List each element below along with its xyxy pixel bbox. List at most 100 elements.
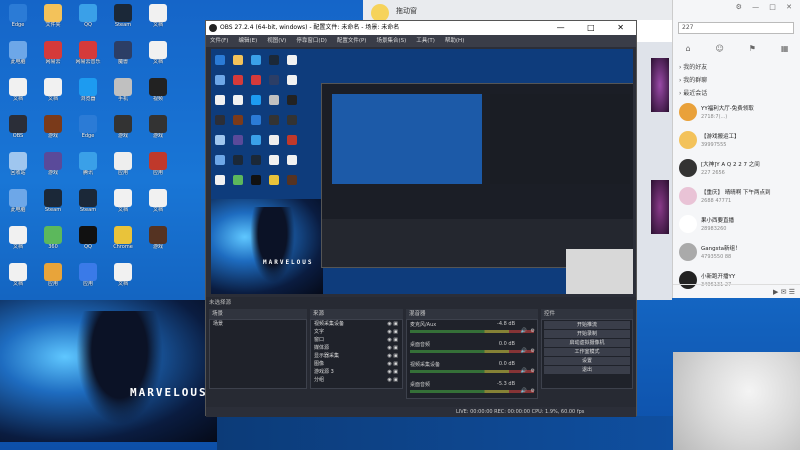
visibility-eye-icon[interactable]: ◉ ▣ xyxy=(387,336,398,344)
qq-contact[interactable]: YY福利大厅-免费领取 2718:7(...) xyxy=(673,99,800,127)
qq-contact[interactable]: 果小西要直播 28983260 xyxy=(673,211,800,239)
visibility-eye-icon[interactable]: ◉ ▣ xyxy=(387,328,398,336)
desktop-icon[interactable]: 此电脑 xyxy=(3,189,33,214)
desktop-icon[interactable]: 回收站 xyxy=(3,152,33,177)
menu-item[interactable]: 工具(T) xyxy=(416,35,435,47)
desktop-icon[interactable]: 应用 xyxy=(143,152,173,177)
preview-icon xyxy=(251,155,261,165)
desktop-icon[interactable]: Chrome xyxy=(108,226,138,251)
source-item[interactable]: 图像 ◉ ▣ xyxy=(311,360,402,368)
control-button[interactable]: 开始推流 xyxy=(544,321,630,329)
source-item[interactable]: 显示器采集 ◉ ▣ xyxy=(311,352,402,360)
speaker-icon[interactable]: 🔊 xyxy=(521,368,527,374)
desktop-icon[interactable]: 手机 xyxy=(108,78,138,103)
menu-item[interactable]: 视图(V) xyxy=(267,35,286,47)
control-button[interactable]: 设置 xyxy=(544,357,630,365)
menu-item[interactable]: 停靠窗口(D) xyxy=(296,35,327,47)
source-item[interactable]: 媒体源 ◉ ▣ xyxy=(311,344,402,352)
visibility-eye-icon[interactable]: ◉ ▣ xyxy=(387,360,398,368)
gear-icon[interactable]: ⚙ xyxy=(531,348,535,354)
desktop-icon[interactable]: QQ xyxy=(73,4,103,29)
desktop-icon[interactable]: Steam xyxy=(38,189,68,214)
desktop-icon[interactable]: 360 xyxy=(38,226,68,251)
menu-item[interactable]: 编辑(E) xyxy=(238,35,257,47)
source-item[interactable]: 视频采集设备 ◉ ▣ xyxy=(311,320,402,328)
desktop-icon[interactable]: 此电脑 xyxy=(3,41,33,66)
menu-item[interactable]: 帮助(H) xyxy=(445,35,464,47)
source-item[interactable]: 游戏源 3 ◉ ▣ xyxy=(311,368,402,376)
desktop-icon[interactable]: 游戏 xyxy=(38,152,68,177)
source-item[interactable]: 文字 ◉ ▣ xyxy=(311,328,402,336)
home-icon[interactable]: ⌂ xyxy=(685,44,690,58)
app-icon xyxy=(44,4,62,22)
source-item[interactable]: 分组 ◉ ▣ xyxy=(311,376,402,384)
desktop-icon[interactable]: 文档 xyxy=(143,41,173,66)
desktop-icon[interactable]: 腾讯 xyxy=(73,152,103,177)
qq-footer: ▶ ✉ ☰ xyxy=(673,284,800,298)
desktop-icon[interactable]: 文档 xyxy=(108,263,138,288)
desktop-icon[interactable]: Steam xyxy=(73,189,103,214)
desktop-icon[interactable]: 应用 xyxy=(108,152,138,177)
control-button[interactable]: 工作室模式 xyxy=(544,348,630,356)
qq-contact[interactable]: 【重庆】 晴晴啊 下午两点到 2688 47771 xyxy=(673,183,800,211)
desktop-icon[interactable]: 应用 xyxy=(38,263,68,288)
desktop-icon[interactable]: 网易云音乐 xyxy=(73,41,103,66)
source-item[interactable]: 窗口 ◉ ▣ xyxy=(311,336,402,344)
visibility-eye-icon[interactable]: ◉ ▣ xyxy=(387,320,398,328)
contacts-icon[interactable]: ☺ xyxy=(716,44,724,58)
speaker-icon[interactable]: 🔊 xyxy=(521,348,527,354)
desktop-icon[interactable]: Steam xyxy=(108,4,138,29)
app-icon xyxy=(149,4,167,22)
desktop-icon[interactable]: Edge xyxy=(73,115,103,140)
gear-icon[interactable]: ⚙ xyxy=(531,388,535,394)
scene-item[interactable]: 场景 xyxy=(210,320,306,328)
desktop-icon[interactable]: 游戏 xyxy=(143,115,173,140)
visibility-eye-icon[interactable]: ◉ ▣ xyxy=(387,376,398,384)
desktop-icon[interactable]: 网易云 xyxy=(38,41,68,66)
speaker-icon[interactable]: 🔊 xyxy=(521,328,527,334)
app-icon xyxy=(9,41,27,59)
control-button[interactable]: 开始录制 xyxy=(544,330,630,338)
menu-item[interactable]: 配置文件(P) xyxy=(337,35,367,47)
menu-item[interactable]: 文件(F) xyxy=(210,35,228,47)
desktop-icon[interactable]: 文档 xyxy=(3,78,33,103)
desktop-icon[interactable]: 文档 xyxy=(3,226,33,251)
apps-icon[interactable]: ▦ xyxy=(781,44,789,58)
gear-icon[interactable]: ⚙ xyxy=(531,328,535,334)
visibility-eye-icon[interactable]: ◉ ▣ xyxy=(387,344,398,352)
qq-contact[interactable]: Gangsta新组！ 4793550 88 xyxy=(673,239,800,267)
control-button[interactable]: 退出 xyxy=(544,366,630,374)
desktop-icon[interactable]: 文档 xyxy=(3,263,33,288)
desktop-icon[interactable]: 文档 xyxy=(143,4,173,29)
qq-contact[interactable]: [大神]Y A Q 2 2 7 之间 227 2656 xyxy=(673,155,800,183)
desktop-icon[interactable]: 游戏 xyxy=(108,115,138,140)
desktop-icon[interactable]: QQ xyxy=(73,226,103,251)
qq-group-header[interactable]: › 我的好友 xyxy=(673,60,800,73)
window-controls[interactable]: — □ ✕ xyxy=(557,21,634,35)
visibility-eye-icon[interactable]: ◉ ▣ xyxy=(387,368,398,376)
desktop-icon[interactable]: Edge xyxy=(3,4,33,29)
desktop-icon[interactable]: 游戏 xyxy=(38,115,68,140)
desktop-icon[interactable]: 文档 xyxy=(108,189,138,214)
speaker-icon[interactable]: 🔊 xyxy=(521,388,527,394)
gear-icon[interactable]: ⚙ xyxy=(531,368,535,374)
qq-group-header[interactable]: › 最近会话 xyxy=(673,86,800,99)
desktop-icon[interactable]: 文档 xyxy=(143,189,173,214)
control-button[interactable]: 启动虚拟摄像机 xyxy=(544,339,630,347)
desktop-icon[interactable]: 视频 xyxy=(143,78,173,103)
menu-item[interactable]: 场景集合(S) xyxy=(376,35,406,47)
desktop-icon-label: Edge xyxy=(11,22,25,28)
qq-search-input[interactable]: 227 xyxy=(678,22,794,34)
qq-group-header[interactable]: › 我的群聊 xyxy=(673,73,800,86)
desktop-icon[interactable]: 游戏 xyxy=(143,226,173,251)
desktop-icon[interactable]: 浏览器 xyxy=(73,78,103,103)
desktop-icon[interactable]: 魔兽 xyxy=(108,41,138,66)
desktop-icon[interactable]: 文件夹 xyxy=(38,4,68,29)
desktop-icon[interactable]: 文档 xyxy=(38,78,68,103)
group-icon[interactable]: ⚑ xyxy=(749,44,756,58)
desktop-icon[interactable]: OBS xyxy=(3,115,33,140)
desktop-icon[interactable]: 应用 xyxy=(73,263,103,288)
visibility-eye-icon[interactable]: ◉ ▣ xyxy=(387,352,398,360)
avatar xyxy=(679,187,697,205)
qq-contact[interactable]: 【游戏搬运工】 39997555 xyxy=(673,127,800,155)
